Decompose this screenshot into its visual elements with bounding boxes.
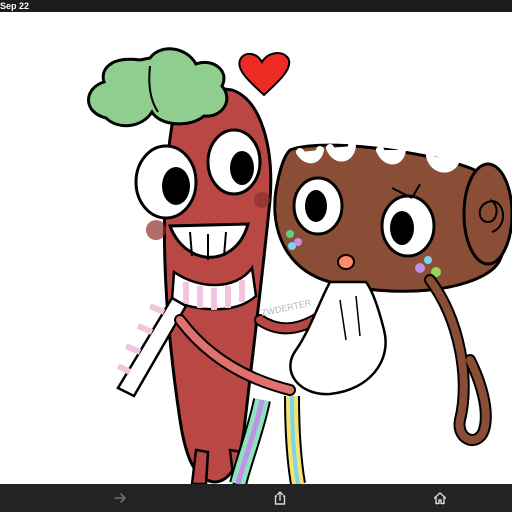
forward-button[interactable] <box>100 484 140 512</box>
arrow-right-icon <box>114 493 126 503</box>
home-icon <box>433 492 447 505</box>
watermark: ZWDERTER <box>260 298 312 318</box>
image-viewer[interactable]: ZWDERTER <box>0 12 512 484</box>
status-date: Sep 22 <box>0 1 30 11</box>
heart-icon <box>238 52 291 97</box>
carrot-leg-left <box>190 448 210 484</box>
carrot-leaves <box>87 47 229 128</box>
status-bar: Sep 22 <box>0 0 512 12</box>
share-icon <box>274 491 286 505</box>
home-button[interactable] <box>420 484 460 512</box>
artwork: ZWDERTER <box>87 47 512 484</box>
share-button[interactable] <box>260 484 300 512</box>
bottom-toolbar <box>0 484 512 512</box>
